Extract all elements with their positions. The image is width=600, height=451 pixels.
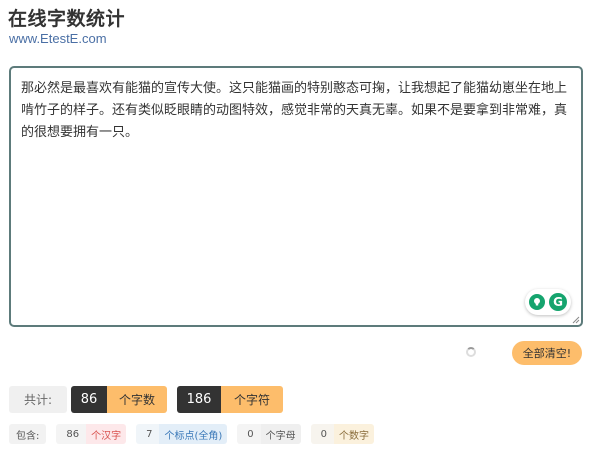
site-url[interactable]: www.EtestE.com [9,31,107,46]
char-count-group: 86 个字数 [71,386,167,413]
letter-count-badge: 0 个字母 [237,424,301,444]
stats-row: 共计: 86 个字数 186 个字符 [9,386,283,413]
total-label: 共计: [9,386,67,413]
char-count-unit: 个字数 [107,386,167,413]
digit-count: 0 [310,424,335,444]
detail-label: 包含: [9,424,47,444]
letter-count: 0 [237,424,261,444]
hanzi-count: 86 [56,424,87,444]
digit-unit: 个数字 [334,424,375,444]
text-input-area[interactable]: 那必然是最喜欢有能猫的宣传大使。这只能猫画的特别憨态可掬，让我想起了能猫幼崽坐在… [9,66,583,327]
symbol-count-group: 186 个字符 [177,386,283,413]
hanzi-unit: 个汉字 [86,424,127,444]
lightbulb-icon[interactable] [529,294,545,310]
page-title: 在线字数统计 [8,8,126,30]
punct-count: 7 [136,424,160,444]
punct-unit: 个标点(全角) [159,424,228,444]
symbol-count-unit: 个字符 [221,386,283,413]
detail-row: 包含: 86 个汉字 7 个标点(全角) 0 个字母 0 个数字 [9,424,375,444]
grammarly-icon[interactable]: G [549,293,567,311]
clear-all-button[interactable]: 全部清空! [512,341,582,365]
hanzi-count-badge: 86 个汉字 [56,424,127,444]
editor-text: 那必然是最喜欢有能猫的宣传大使。这只能猫画的特别憨态可掬，让我想起了能猫幼崽坐在… [21,81,568,140]
letter-unit: 个字母 [260,424,301,444]
loading-spinner-icon [466,347,476,357]
char-count-value: 86 [71,386,107,413]
digit-count-badge: 0 个数字 [310,424,375,444]
grammarly-widget[interactable]: G [525,289,571,315]
symbol-count-value: 186 [177,386,221,413]
punct-count-badge: 7 个标点(全角) [136,424,228,444]
page: 在线字数统计 www.EtestE.com 那必然是最喜欢有能猫的宣传大使。这只… [0,0,600,451]
resize-handle-icon[interactable] [572,316,580,324]
